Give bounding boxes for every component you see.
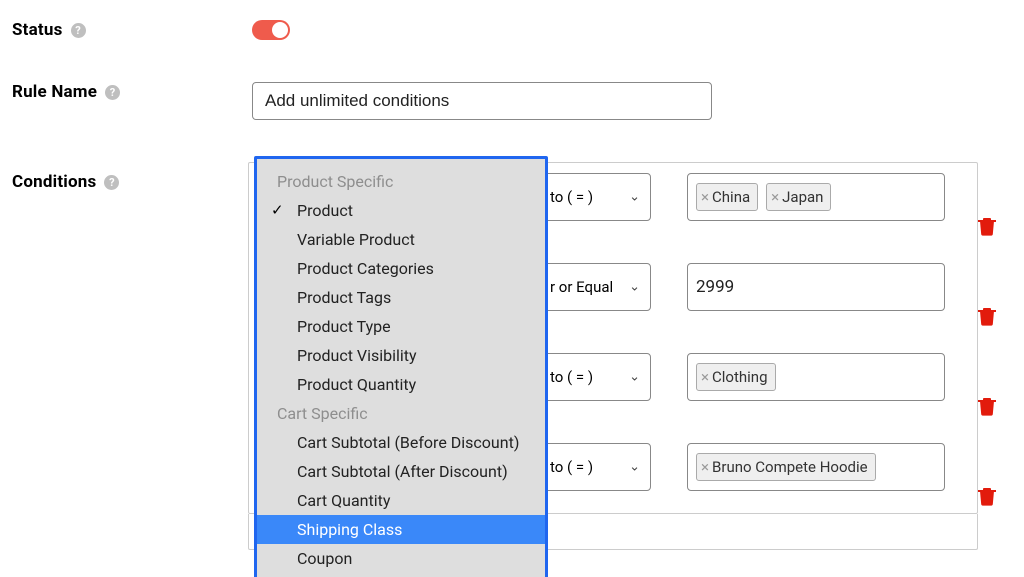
conditions-label: Conditions ? <box>12 162 248 192</box>
status-row: Status ? <box>12 20 1012 40</box>
value-input[interactable]: 2999 <box>687 263 945 311</box>
condition-type-dropdown[interactable]: Product Specific ✓ Product Variable Product… <box>254 156 548 577</box>
dropdown-item[interactable]: Product Categories <box>257 254 545 283</box>
remove-tag-icon[interactable]: × <box>701 188 709 206</box>
rule-name-label: Rule Name ? <box>12 82 252 102</box>
remove-tag-icon[interactable]: × <box>701 368 709 386</box>
dropdown-item-label: Product Tags <box>297 288 391 307</box>
operator-label: to ( = ) <box>550 458 593 476</box>
dropdown-item[interactable]: Coupon <box>257 544 545 573</box>
dropdown-item-label: Product Type <box>297 317 391 336</box>
operator-select[interactable]: r or Equal ⌄ <box>539 263 651 311</box>
delete-condition-button[interactable] <box>978 202 996 250</box>
help-icon[interactable]: ? <box>104 175 119 190</box>
dropdown-item[interactable]: Product Tags <box>257 283 545 312</box>
rule-name-row: Rule Name ? <box>12 82 1012 120</box>
operator-label: to ( = ) <box>550 188 593 206</box>
dropdown-group-label: Product Specific <box>257 167 545 196</box>
value-input[interactable]: ×China×Japan <box>687 173 945 221</box>
remove-tag-icon[interactable]: × <box>771 188 779 206</box>
tag-label: Bruno Compete Hoodie <box>712 458 868 476</box>
dropdown-item-label: Product Visibility <box>297 346 417 365</box>
trash-icon <box>978 486 996 506</box>
dropdown-item[interactable]: Cart Subtotal (Before Discount) <box>257 428 545 457</box>
operator-select[interactable]: to ( = ) ⌄ <box>539 353 651 401</box>
tag-label: Clothing <box>712 368 768 386</box>
value-input[interactable]: ×Clothing <box>687 353 945 401</box>
dropdown-item[interactable]: Product Quantity <box>257 370 545 399</box>
dropdown-item-label: Cart Subtotal (Before Discount) <box>297 433 519 452</box>
dropdown-item-label: Product Quantity <box>297 375 416 394</box>
dropdown-item[interactable]: Total Weight <box>257 573 545 577</box>
value-input[interactable]: ×Bruno Compete Hoodie <box>687 443 945 491</box>
tag-label: Japan <box>782 188 823 206</box>
trash-icon <box>978 306 996 326</box>
chevron-down-icon: ⌄ <box>629 370 640 385</box>
operator-select[interactable]: to ( = ) ⌄ <box>539 443 651 491</box>
conditions-container: to ( = )⌄×China×Japanr or Equal⌄2999to (… <box>248 162 978 514</box>
dropdown-item-label: Cart Quantity <box>297 491 390 510</box>
value-tag[interactable]: ×Clothing <box>696 363 776 391</box>
value-tag[interactable]: ×Japan <box>766 183 831 211</box>
trash-icon <box>978 396 996 416</box>
rule-name-input[interactable] <box>252 82 712 120</box>
operator-label: to ( = ) <box>550 368 593 386</box>
dropdown-item-label: Variable Product <box>297 230 415 249</box>
value-text: 2999 <box>696 277 734 297</box>
status-toggle[interactable] <box>252 20 290 40</box>
help-icon[interactable]: ? <box>71 23 86 38</box>
dropdown-item[interactable]: Product Visibility <box>257 341 545 370</box>
trash-icon <box>978 216 996 236</box>
dropdown-item-label: Shipping Class <box>297 520 402 539</box>
chevron-down-icon: ⌄ <box>629 190 640 205</box>
dropdown-item[interactable]: ✓ Product <box>257 196 545 225</box>
dropdown-item[interactable]: Variable Product <box>257 225 545 254</box>
dropdown-item-label: Product Categories <box>297 259 434 278</box>
dropdown-item[interactable]: Shipping Class <box>257 515 545 544</box>
chevron-down-icon: ⌄ <box>629 280 640 295</box>
dropdown-item-label: Product <box>297 201 353 220</box>
chevron-down-icon: ⌄ <box>629 460 640 475</box>
value-tag[interactable]: ×China <box>696 183 758 211</box>
value-tag[interactable]: ×Bruno Compete Hoodie <box>696 453 876 481</box>
delete-condition-button[interactable] <box>978 472 996 520</box>
dropdown-group-label: Cart Specific <box>257 399 545 428</box>
check-icon: ✓ <box>271 201 284 219</box>
dropdown-item[interactable]: Cart Subtotal (After Discount) <box>257 457 545 486</box>
status-label: Status ? <box>12 20 252 40</box>
dropdown-item-label: Coupon <box>297 549 352 568</box>
remove-tag-icon[interactable]: × <box>701 458 709 476</box>
dropdown-item[interactable]: Product Type <box>257 312 545 341</box>
conditions-row: Conditions ? to ( = )⌄×China×Japanr or E… <box>12 162 1012 550</box>
tag-label: China <box>712 188 750 206</box>
operator-select[interactable]: to ( = ) ⌄ <box>539 173 651 221</box>
operator-label: r or Equal <box>550 278 613 296</box>
help-icon[interactable]: ? <box>105 85 120 100</box>
dropdown-item-label: Cart Subtotal (After Discount) <box>297 462 508 481</box>
dropdown-item[interactable]: Cart Quantity <box>257 486 545 515</box>
delete-condition-button[interactable] <box>978 382 996 430</box>
delete-condition-button[interactable] <box>978 292 996 340</box>
